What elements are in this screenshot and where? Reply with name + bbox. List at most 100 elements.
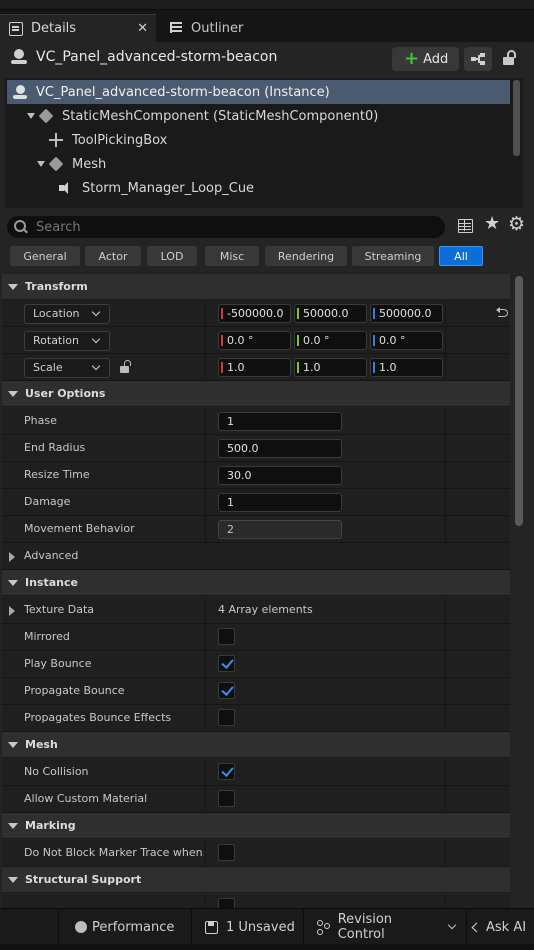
add-label: Add bbox=[423, 51, 449, 67]
play-bounce-checkbox[interactable] bbox=[218, 655, 235, 672]
details-panel: VC_Panel_advanced-storm-beacon + Add VC_… bbox=[0, 42, 534, 908]
status-bar: Performance 1 Unsaved Revision Control A… bbox=[0, 908, 534, 945]
star-icon[interactable]: ★ bbox=[484, 213, 500, 234]
property-location: Location -500000.0 50000.0 500000.0 bbox=[2, 300, 510, 327]
tab-outliner-label: Outliner bbox=[191, 20, 244, 36]
add-component-button[interactable]: + Add bbox=[392, 47, 459, 71]
actor-icon bbox=[11, 49, 27, 65]
expand-arrow-icon[interactable] bbox=[27, 113, 35, 119]
rotation-x-field[interactable]: 0.0 ° bbox=[218, 331, 291, 350]
mirrored-checkbox[interactable] bbox=[218, 628, 235, 645]
property-label: Texture Data bbox=[24, 603, 95, 616]
close-icon[interactable]: ✕ bbox=[137, 21, 148, 36]
scale-mode-dropdown[interactable]: Scale bbox=[24, 358, 110, 378]
tab-outliner[interactable]: Outliner bbox=[160, 14, 280, 42]
chevron-left-icon bbox=[471, 922, 482, 932]
resize-time-field[interactable]: 30.0 bbox=[218, 466, 342, 485]
performance-button[interactable]: Performance bbox=[58, 909, 180, 945]
performance-label: Performance bbox=[92, 919, 175, 935]
title-strip bbox=[0, 0, 534, 10]
property-propagate-bounce: Propagate Bounce bbox=[2, 678, 510, 705]
gear-icon[interactable]: ⚙ bbox=[508, 213, 525, 235]
category-instance[interactable]: Instance bbox=[2, 570, 510, 596]
lock-icon[interactable] bbox=[119, 360, 133, 374]
property-label: Propagate Bounce bbox=[24, 684, 125, 697]
filter-actor[interactable]: Actor bbox=[85, 246, 141, 266]
search-input[interactable] bbox=[36, 219, 416, 235]
filter-rendering[interactable]: Rendering bbox=[265, 246, 347, 266]
location-y-field[interactable]: 50000.0 bbox=[294, 304, 367, 323]
phase-field[interactable]: 1 bbox=[218, 412, 342, 431]
rotation-y-field[interactable]: 0.0 ° bbox=[294, 331, 367, 350]
category-label: Marking bbox=[25, 819, 76, 832]
propagate-bounce-checkbox[interactable] bbox=[218, 682, 235, 699]
tab-details[interactable]: Details ✕ bbox=[0, 14, 156, 42]
collapse-arrow-icon bbox=[8, 876, 18, 883]
category-transform[interactable]: Transform bbox=[2, 274, 510, 300]
search-box[interactable] bbox=[7, 216, 445, 238]
category-label: Transform bbox=[25, 280, 88, 293]
chevron-down-icon bbox=[91, 307, 101, 317]
ask-ai-button[interactable]: Ask AI bbox=[466, 909, 534, 945]
filter-bar: General Actor LOD Misc Rendering Streami… bbox=[10, 246, 530, 266]
filter-streaming[interactable]: Streaming bbox=[352, 246, 434, 266]
filter-all[interactable]: All bbox=[439, 246, 483, 266]
property-propagates-bounce-effects: Propagates Bounce Effects bbox=[2, 705, 510, 732]
checkbox[interactable] bbox=[218, 898, 235, 908]
tree-item-storm-manager-loop-cue[interactable]: Storm_Manager_Loop_Cue bbox=[7, 176, 510, 200]
filter-general[interactable]: General bbox=[10, 246, 80, 266]
property-advanced[interactable]: Advanced bbox=[2, 543, 510, 570]
performance-icon bbox=[75, 921, 87, 933]
damage-field[interactable]: 1 bbox=[218, 493, 342, 512]
allow-custom-material-checkbox[interactable] bbox=[218, 790, 235, 807]
tree-item-staticmeshcomponent[interactable]: StaticMeshComponent (StaticMeshComponent… bbox=[7, 104, 510, 128]
tree-item-label: StaticMeshComponent (StaticMeshComponent… bbox=[62, 108, 379, 124]
reset-to-default-icon[interactable] bbox=[496, 307, 508, 317]
tree-item-actor-instance[interactable]: VC_Panel_advanced-storm-beacon (Instance… bbox=[7, 80, 510, 104]
movement-behavior-field[interactable]: 2 bbox=[218, 520, 342, 539]
no-collision-checkbox[interactable] bbox=[218, 763, 235, 780]
revision-control-button[interactable]: Revision Control bbox=[303, 909, 457, 945]
tree-item-mesh[interactable]: Mesh bbox=[7, 152, 510, 176]
property-grid: Transform Location -500000.0 50000.0 500… bbox=[2, 274, 510, 908]
end-radius-field[interactable]: 500.0 bbox=[218, 439, 342, 458]
location-mode-dropdown[interactable]: Location bbox=[24, 304, 110, 324]
filter-lod[interactable]: LOD bbox=[147, 246, 197, 266]
property-phase: Phase 1 bbox=[2, 408, 510, 435]
category-structural-support[interactable]: Structural Support bbox=[2, 867, 510, 893]
blueprint-button[interactable] bbox=[464, 47, 492, 71]
property-row-partial bbox=[2, 894, 510, 908]
rotation-label: Rotation bbox=[33, 334, 80, 347]
category-mesh[interactable]: Mesh bbox=[2, 732, 510, 758]
property-matrix-icon[interactable] bbox=[458, 219, 473, 233]
propagates-bounce-effects-checkbox[interactable] bbox=[218, 709, 235, 726]
scale-x-field[interactable]: 1.0 bbox=[218, 358, 291, 377]
rotation-z-field[interactable]: 0.0 ° bbox=[370, 331, 443, 350]
filter-misc[interactable]: Misc bbox=[205, 246, 259, 266]
component-tree: VC_Panel_advanced-storm-beacon (Instance… bbox=[5, 78, 523, 208]
expand-arrow-icon[interactable] bbox=[9, 552, 15, 562]
property-scrollbar[interactable] bbox=[515, 276, 523, 526]
property-label: Damage bbox=[24, 495, 71, 508]
location-label: Location bbox=[33, 307, 80, 320]
scale-z-field[interactable]: 1.0 bbox=[370, 358, 443, 377]
chevron-down-icon bbox=[91, 361, 101, 371]
category-user-options[interactable]: User Options bbox=[2, 381, 510, 407]
tree-scrollbar[interactable] bbox=[513, 80, 520, 156]
property-no-collision: No Collision bbox=[2, 759, 510, 786]
expand-arrow-icon[interactable] bbox=[9, 606, 15, 616]
do-not-block-checkbox[interactable] bbox=[218, 844, 235, 861]
location-z-field[interactable]: 500000.0 bbox=[370, 304, 443, 323]
unsaved-button[interactable]: 1 Unsaved bbox=[191, 909, 297, 945]
lock-button[interactable] bbox=[501, 48, 519, 68]
tree-item-toolpickingbox[interactable]: ToolPickingBox bbox=[7, 128, 510, 152]
collapse-arrow-icon bbox=[8, 822, 18, 829]
scale-y-field[interactable]: 1.0 bbox=[294, 358, 367, 377]
expand-arrow-icon[interactable] bbox=[37, 161, 45, 167]
category-marking[interactable]: Marking bbox=[2, 813, 510, 839]
category-label: Mesh bbox=[25, 738, 58, 751]
location-x-field[interactable]: -500000.0 bbox=[218, 304, 291, 323]
property-resize-time: Resize Time 30.0 bbox=[2, 462, 510, 489]
tree-item-label: Storm_Manager_Loop_Cue bbox=[82, 180, 255, 196]
rotation-mode-dropdown[interactable]: Rotation bbox=[24, 331, 110, 351]
